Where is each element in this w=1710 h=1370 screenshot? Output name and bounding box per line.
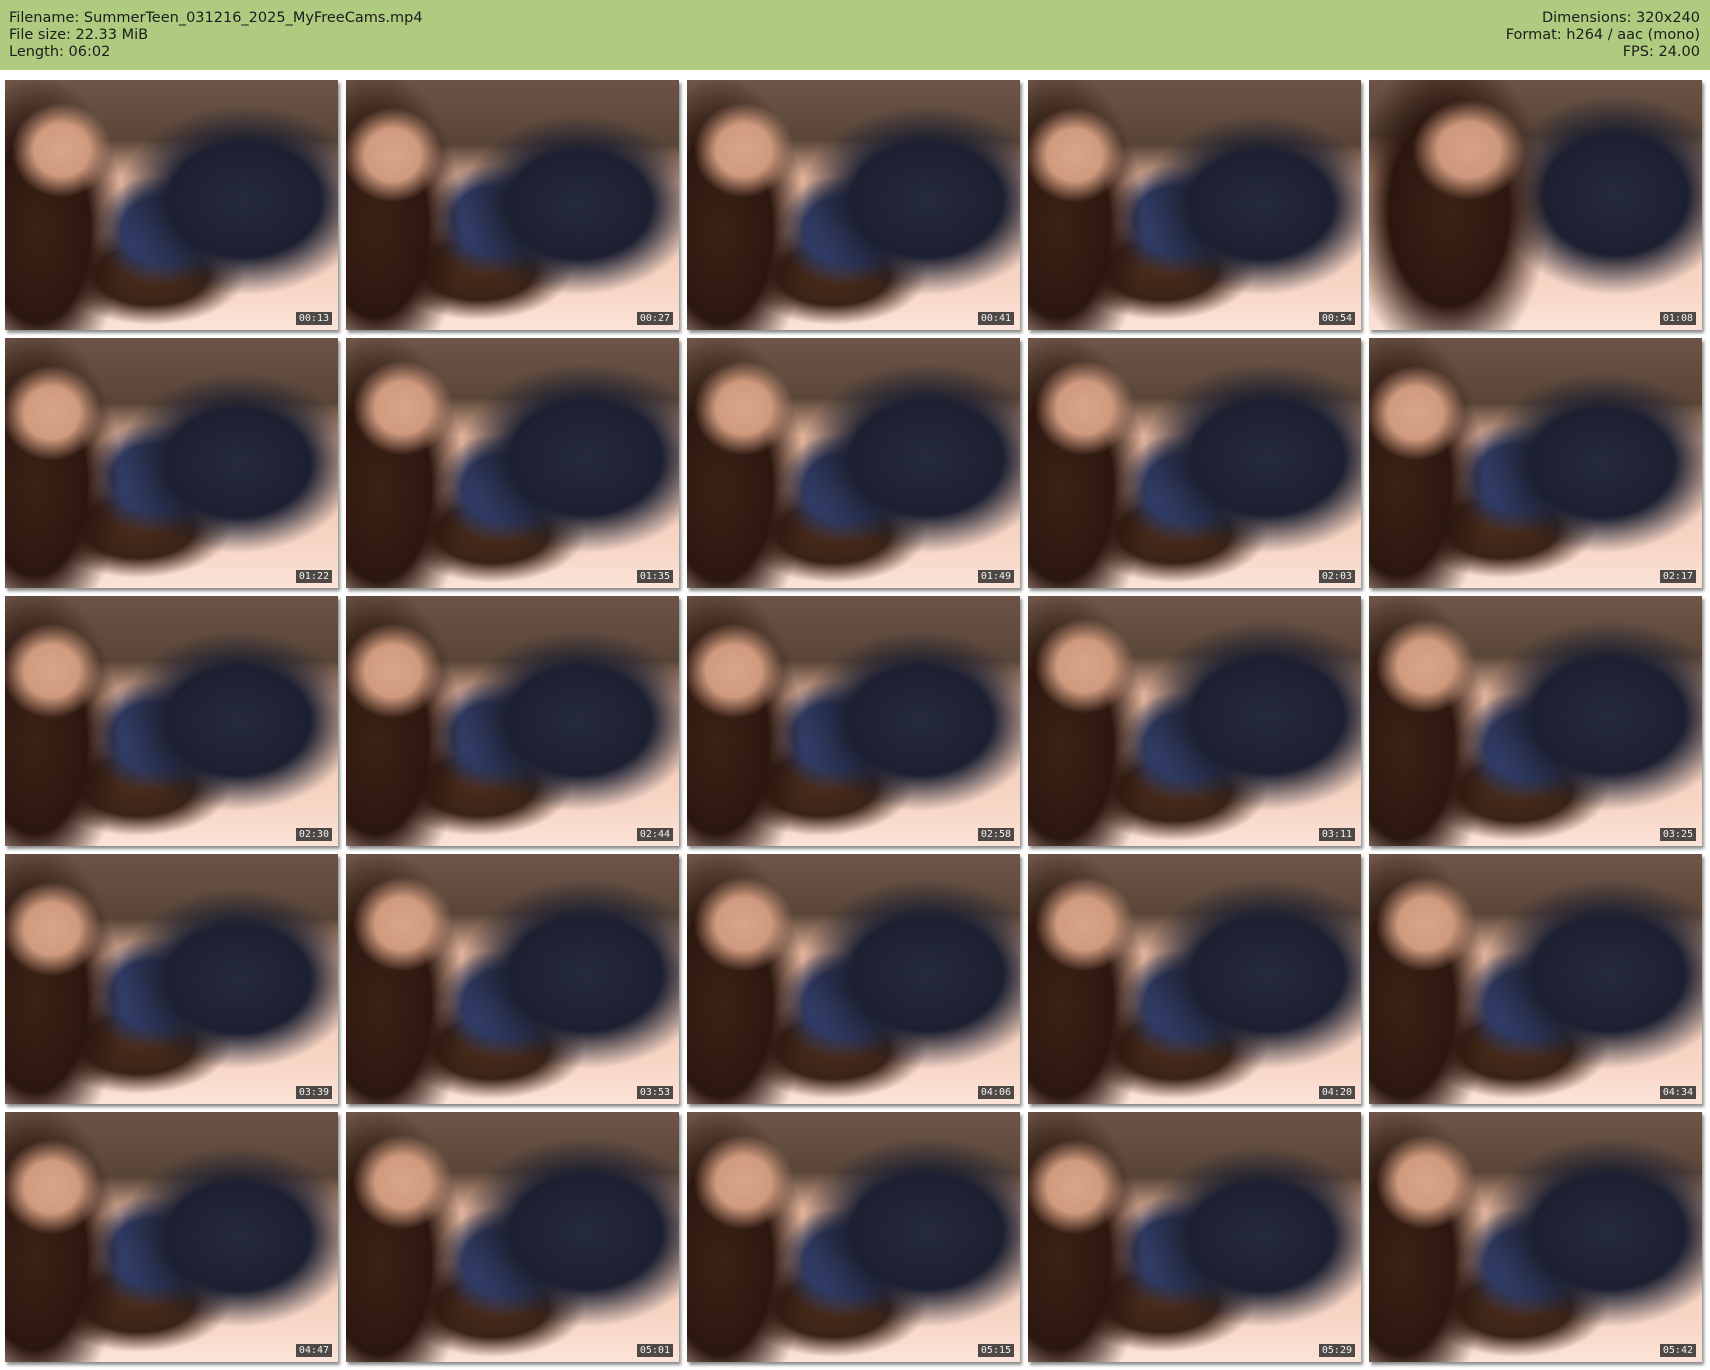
frame-timestamp: 01:35 [636, 570, 673, 583]
thumbnail-grid: 00:13 00:27 00:41 00:54 01:08 01:22 01:3… [0, 0, 1710, 1370]
frame-timestamp: 00:41 [977, 312, 1014, 325]
thumbnail-frame: 03:39 [5, 854, 338, 1104]
thumbnail-frame: 02:03 [1028, 338, 1361, 588]
frame-timestamp: 05:01 [636, 1344, 673, 1357]
frame-timestamp: 01:08 [1659, 312, 1696, 325]
thumbnail-frame: 00:13 [5, 80, 338, 330]
thumbnail-frame: 00:27 [346, 80, 679, 330]
frame-timestamp: 02:30 [295, 828, 332, 841]
frame-timestamp: 05:29 [1318, 1344, 1355, 1357]
frame-timestamp: 03:25 [1659, 828, 1696, 841]
thumbnail-frame: 04:20 [1028, 854, 1361, 1104]
frame-timestamp: 04:47 [295, 1344, 332, 1357]
frame-timestamp: 00:54 [1318, 312, 1355, 325]
thumbnail-frame: 03:25 [1369, 596, 1702, 846]
thumbnail-frame: 05:15 [687, 1112, 1020, 1362]
frame-timestamp: 00:27 [636, 312, 673, 325]
thumbnail-frame: 01:22 [5, 338, 338, 588]
frame-timestamp: 03:53 [636, 1086, 673, 1099]
thumbnail-frame: 05:42 [1369, 1112, 1702, 1362]
thumbnail-frame: 05:01 [346, 1112, 679, 1362]
frame-timestamp: 04:34 [1659, 1086, 1696, 1099]
frame-timestamp: 04:20 [1318, 1086, 1355, 1099]
frame-timestamp: 05:15 [977, 1344, 1014, 1357]
thumbnail-frame: 00:54 [1028, 80, 1361, 330]
thumbnail-frame: 02:44 [346, 596, 679, 846]
thumbnail-frame: 02:58 [687, 596, 1020, 846]
thumbnail-frame: 02:30 [5, 596, 338, 846]
thumbnail-frame: 04:06 [687, 854, 1020, 1104]
thumbnail-frame: 03:11 [1028, 596, 1361, 846]
thumbnail-frame: 01:35 [346, 338, 679, 588]
frame-timestamp: 03:11 [1318, 828, 1355, 841]
thumbnail-frame: 03:53 [346, 854, 679, 1104]
thumbnail-frame: 05:29 [1028, 1112, 1361, 1362]
thumbnail-frame: 01:08 [1369, 80, 1702, 330]
frame-timestamp: 00:13 [295, 312, 332, 325]
thumbnail-frame: 00:41 [687, 80, 1020, 330]
thumbnail-frame: 02:17 [1369, 338, 1702, 588]
frame-timestamp: 02:03 [1318, 570, 1355, 583]
frame-timestamp: 05:42 [1659, 1344, 1696, 1357]
frame-timestamp: 01:49 [977, 570, 1014, 583]
frame-timestamp: 02:58 [977, 828, 1014, 841]
thumbnail-frame: 04:47 [5, 1112, 338, 1362]
frame-timestamp: 02:44 [636, 828, 673, 841]
thumbnail-frame: 01:49 [687, 338, 1020, 588]
frame-timestamp: 04:06 [977, 1086, 1014, 1099]
frame-timestamp: 03:39 [295, 1086, 332, 1099]
thumbnail-frame: 04:34 [1369, 854, 1702, 1104]
frame-timestamp: 01:22 [295, 570, 332, 583]
frame-timestamp: 02:17 [1659, 570, 1696, 583]
